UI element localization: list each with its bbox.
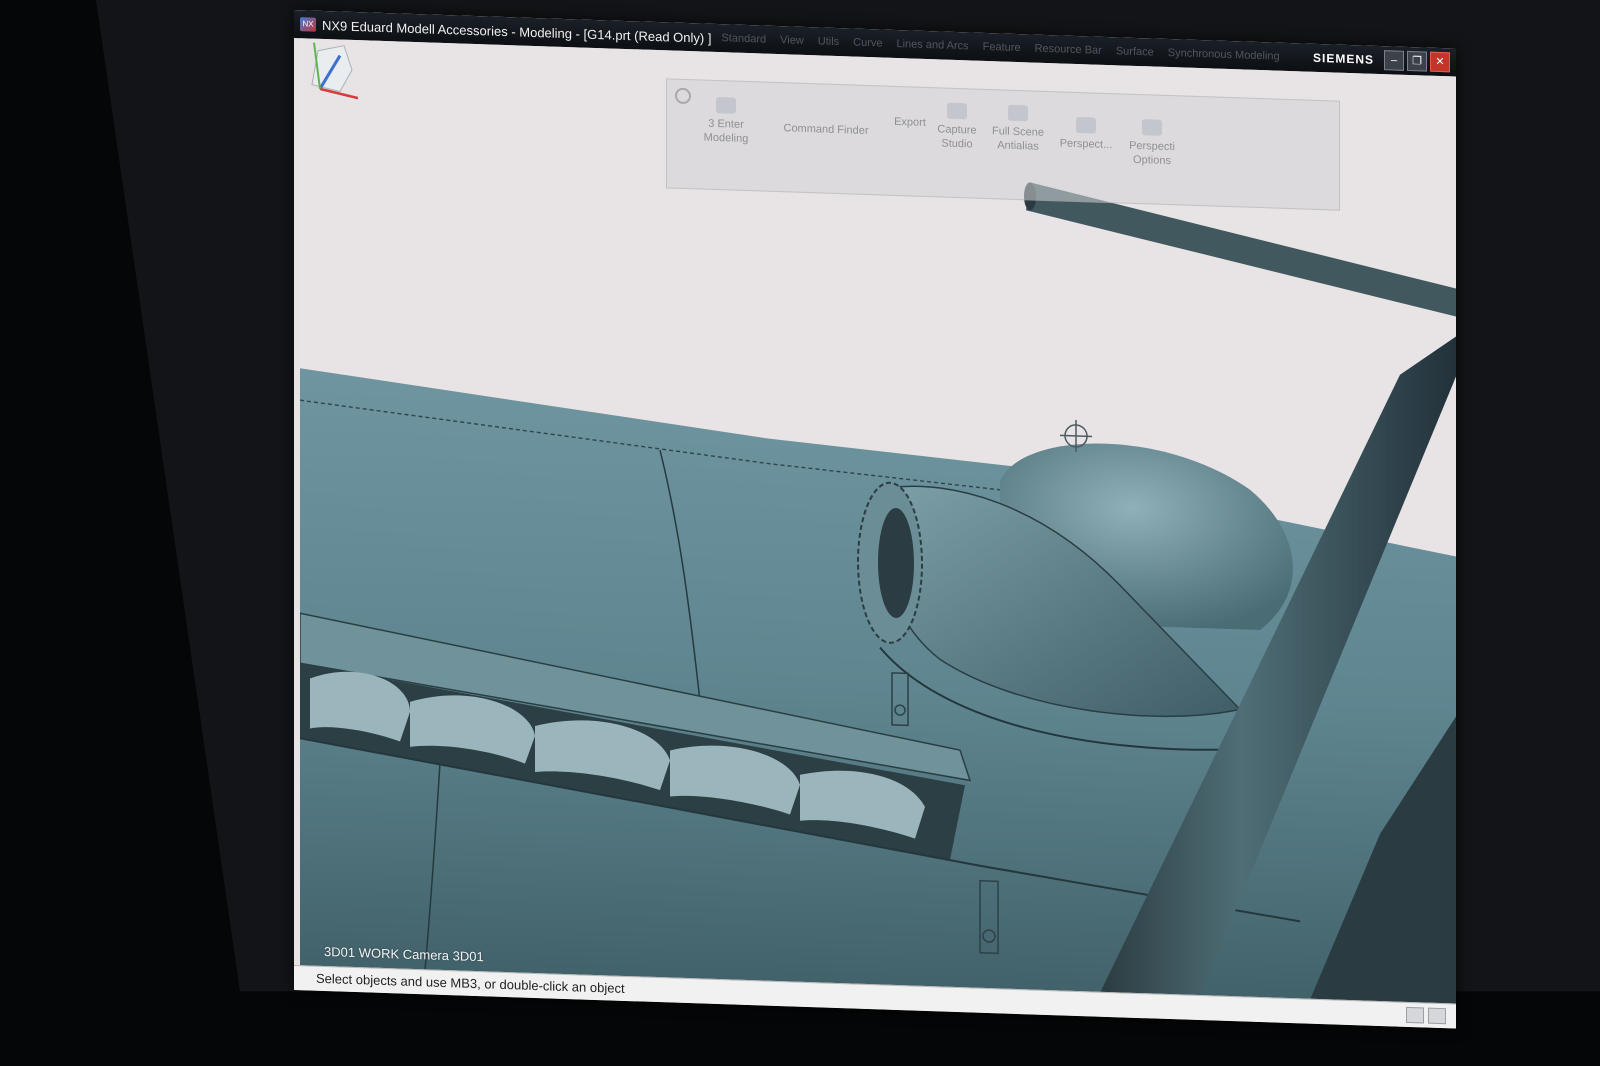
ribbon-label: Capture bbox=[937, 123, 977, 137]
app-logo-icon: NX bbox=[300, 17, 316, 32]
tab-surface[interactable]: Surface bbox=[1116, 45, 1154, 58]
minimize-button[interactable]: – bbox=[1384, 50, 1404, 71]
ribbon-label: Export bbox=[894, 115, 926, 129]
ribbon-label: Perspecti bbox=[1129, 139, 1175, 154]
ribbon-button-command-finder[interactable]: Command Finder bbox=[771, 121, 881, 139]
ribbon-button-perspective[interactable]: Perspect... bbox=[1053, 116, 1119, 152]
tab-standard[interactable]: Standard bbox=[721, 32, 766, 45]
perspective-icon bbox=[1076, 116, 1096, 134]
tab-curve[interactable]: Curve bbox=[853, 37, 882, 50]
photo-stage: NX NX9 Eduard Modell Accessories - Model… bbox=[0, 0, 1600, 1066]
ribbon-button-capture-studio[interactable]: Capture Studio bbox=[929, 102, 985, 152]
ribbon-button-perspective-options[interactable]: Perspecti Options bbox=[1119, 118, 1185, 168]
tab-utils[interactable]: Utils bbox=[818, 35, 839, 48]
antialias-icon bbox=[1008, 104, 1028, 122]
ribbon-panel: 3 Enter Modeling Command Finder Export C… bbox=[666, 78, 1340, 211]
ribbon-label: Command Finder bbox=[783, 122, 869, 138]
ribbon-label: Full Scene bbox=[992, 125, 1044, 139]
nx-application-window: NX NX9 Eduard Modell Accessories - Model… bbox=[294, 10, 1456, 1029]
status-message: Select objects and use MB3, or double-cl… bbox=[316, 970, 625, 996]
view-triad-icon bbox=[311, 42, 359, 100]
ribbon-button-export[interactable]: Export bbox=[885, 115, 935, 131]
perspective-options-icon bbox=[1142, 119, 1162, 136]
modeling-icon bbox=[716, 96, 736, 114]
settings-icon[interactable] bbox=[675, 87, 691, 105]
ribbon-label: Antialias bbox=[997, 139, 1039, 153]
restore-button[interactable]: ❐ bbox=[1407, 50, 1427, 72]
ribbon-label: Modeling bbox=[703, 131, 749, 146]
camera-icon bbox=[947, 102, 967, 120]
ribbon-label: Studio bbox=[941, 137, 973, 151]
tab-feature[interactable]: Feature bbox=[983, 41, 1021, 54]
tab-lines-and-arcs[interactable]: Lines and Arcs bbox=[897, 38, 969, 52]
close-button[interactable]: ✕ bbox=[1430, 51, 1450, 73]
status-toggle-icon[interactable] bbox=[1406, 1006, 1424, 1024]
status-info-icon[interactable] bbox=[1428, 1007, 1446, 1025]
siemens-brand-label: SIEMENS bbox=[1312, 50, 1374, 67]
ribbon-label: Perspect... bbox=[1059, 137, 1113, 152]
ribbon-button-enter-modeling[interactable]: 3 Enter Modeling bbox=[691, 96, 761, 146]
status-icon-group bbox=[1406, 1006, 1446, 1025]
ribbon-button-full-scene-antialias[interactable]: Full Scene Antialias bbox=[985, 104, 1051, 154]
tab-view[interactable]: View bbox=[780, 34, 804, 47]
ribbon-label: Options bbox=[1133, 153, 1171, 168]
tab-synchronous-modeling[interactable]: Synchronous Modeling bbox=[1168, 47, 1280, 63]
tab-resource-bar[interactable]: Resource Bar bbox=[1035, 43, 1102, 57]
